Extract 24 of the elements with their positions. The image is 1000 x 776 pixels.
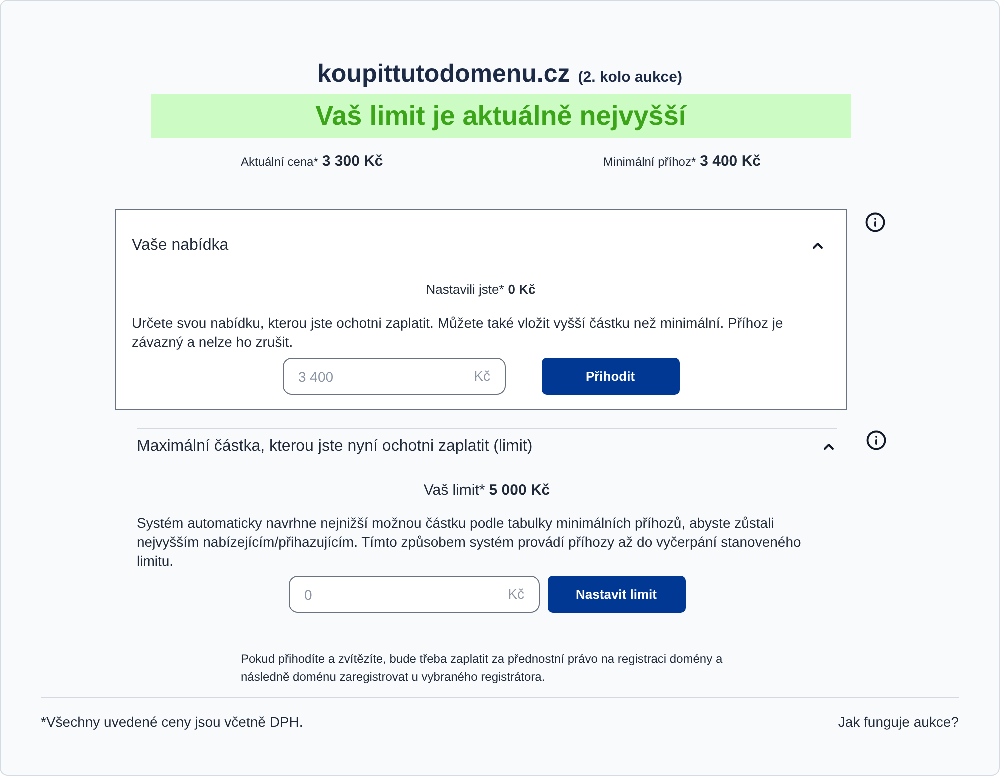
price-label: Aktuální cena* — [241, 154, 318, 171]
how-it-works-link[interactable]: Jak funguje aukce? — [838, 712, 959, 732]
vat-disclaimer: *Všechny uvedené ceny jsou včetně DPH. — [41, 712, 304, 732]
price-value: 3 400 Kč — [700, 152, 761, 172]
summary-label: Nastavili jste* — [426, 281, 504, 299]
status-text: Vaš limit je aktuálně nejvyšší — [316, 100, 686, 133]
section-title: Vaše nabídka — [132, 236, 229, 256]
domain-title: koupittutodomenu.cz — [318, 59, 570, 90]
round-label: (2. kolo aukce) — [578, 68, 682, 88]
price-label: Minimální příhoz* — [603, 154, 696, 171]
section-title: Maximální částka, kterou jste nyní ochotni zaplatit (limit) — [137, 437, 533, 457]
summary-label: Vaš limit* — [424, 481, 486, 501]
currency-label: Kč — [508, 585, 524, 603]
registration-note: Pokud přihodíte a zvítězíte, bude třeba zaplatit za přednostní právo na registraci domény a následně doménu zaregistrovat u vybraného registrátora. — [241, 651, 724, 686]
info-icon[interactable] — [865, 212, 886, 233]
section-description: Určete svou nabídku, kterou jste ochotni zaplatit. Můžete také vložit vyšší částku než minimální. Příhoz je závazný a nelze ho zrušit. — [132, 314, 784, 352]
submit-button[interactable]: Nastavit limit — [548, 576, 686, 613]
section-description: Systém automaticky navrhne nejnižší možnou částku podle tabulky minimálních příhozů, abyste zůstali nejvyšším nabízejícím/přihazujícím. Tímto způsobem systém provádí příhozy až do vyčerpání stanoveného limitu. — [137, 514, 802, 571]
summary-value: 0 Kč — [508, 281, 536, 299]
price-value: 3 300 Kč — [322, 152, 384, 172]
info-icon[interactable] — [866, 430, 887, 451]
summary-value: 5 000 Kč — [489, 481, 550, 501]
currency-label: Kč — [474, 367, 490, 385]
submit-button[interactable]: Přihodit — [542, 358, 680, 395]
